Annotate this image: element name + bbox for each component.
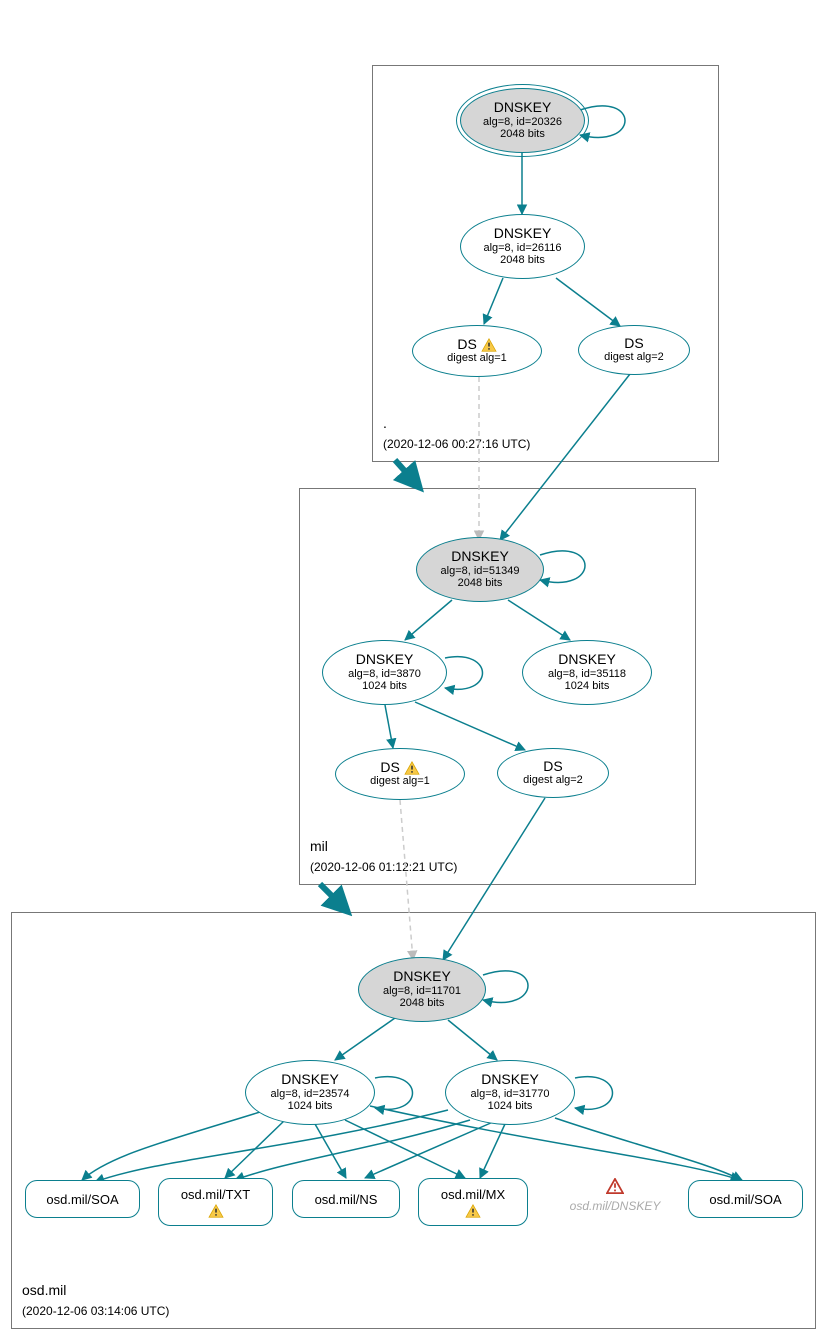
node-line2: 1024 bits: [488, 1100, 533, 1113]
zone-mil-timestamp: (2020-12-06 01:12:21 UTC): [310, 860, 457, 874]
node-line1: digest alg=2: [604, 351, 664, 364]
rr-label: osd.mil/SOA: [46, 1192, 118, 1207]
node-title: DNSKEY: [481, 1072, 539, 1087]
dnskey-osd-zsk1: DNSKEY alg=8, id=23574 1024 bits: [245, 1060, 375, 1125]
node-line1: alg=8, id=35118: [548, 668, 626, 681]
node-title: DNSKEY: [356, 652, 414, 667]
rr-ns: osd.mil/NS: [292, 1180, 400, 1218]
dnskey-mil-zsk1: DNSKEY alg=8, id=3870 1024 bits: [322, 640, 447, 705]
node-title: DS: [457, 336, 476, 352]
ds-mil-1: DS digest alg=1: [335, 748, 465, 800]
zone-root-timestamp: (2020-12-06 00:27:16 UTC): [383, 437, 530, 451]
ds-root-2: DS digest alg=2: [578, 325, 690, 375]
node-line2: 1024 bits: [565, 680, 610, 693]
node-title: DNSKEY: [393, 969, 451, 984]
node-title: DNSKEY: [281, 1072, 339, 1087]
node-line1: digest alg=2: [523, 774, 583, 787]
node-line1: alg=8, id=3870: [348, 668, 421, 681]
rr-label: osd.mil/MX: [441, 1187, 505, 1202]
rr-mx: osd.mil/MX: [418, 1178, 528, 1226]
rr-label: osd.mil/SOA: [709, 1192, 781, 1207]
rr-soa-1: osd.mil/SOA: [25, 1180, 140, 1218]
rr-txt: osd.mil/TXT: [158, 1178, 273, 1226]
dnskey-osd-ksk: DNSKEY alg=8, id=11701 2048 bits: [358, 957, 486, 1022]
node-line2: 2048 bits: [500, 254, 545, 267]
node-title: DNSKEY: [451, 549, 509, 564]
dnskey-root-ksk: DNSKEY alg=8, id=20326 2048 bits: [460, 88, 585, 153]
node-title: DS: [543, 759, 562, 774]
dnskey-mil-ksk: DNSKEY alg=8, id=51349 2048 bits: [416, 537, 544, 602]
dnskey-root-zsk: DNSKEY alg=8, id=26116 2048 bits: [460, 214, 585, 279]
rr-label: osd.mil/DNSKEY: [550, 1199, 680, 1213]
node-title: DS: [380, 759, 399, 775]
node-line1: digest alg=1: [447, 352, 507, 365]
node-line1: alg=8, id=11701: [383, 985, 461, 998]
node-line1: alg=8, id=26116: [483, 242, 561, 255]
node-title: DNSKEY: [558, 652, 616, 667]
dnskey-osd-zsk2: DNSKEY alg=8, id=31770 1024 bits: [445, 1060, 575, 1125]
node-line2: 1024 bits: [362, 680, 407, 693]
rr-label: osd.mil/TXT: [181, 1187, 250, 1202]
node-line2: 1024 bits: [288, 1100, 333, 1113]
zone-root-label: .: [383, 415, 387, 431]
node-line1: digest alg=1: [370, 775, 430, 788]
warning-icon: [208, 1204, 224, 1218]
zone-osd-label: osd.mil: [22, 1282, 66, 1298]
node-title: DS: [624, 336, 643, 351]
zone-osd-timestamp: (2020-12-06 03:14:06 UTC): [22, 1304, 169, 1318]
dnskey-mil-zsk2: DNSKEY alg=8, id=35118 1024 bits: [522, 640, 652, 705]
node-line1: alg=8, id=31770: [471, 1088, 550, 1101]
ds-root-1: DS digest alg=1: [412, 325, 542, 377]
rr-dnskey-error: osd.mil/DNSKEY: [550, 1178, 680, 1213]
node-line1: alg=8, id=51349: [441, 565, 520, 578]
rr-soa-2: osd.mil/SOA: [688, 1180, 803, 1218]
error-icon: [606, 1178, 624, 1194]
node-line2: 2048 bits: [400, 997, 445, 1010]
warning-icon: [465, 1204, 481, 1218]
ds-mil-2: DS digest alg=2: [497, 748, 609, 798]
zone-mil-label: mil: [310, 838, 328, 854]
node-line2: 2048 bits: [458, 577, 503, 590]
warning-icon: [404, 761, 420, 775]
node-title: DNSKEY: [494, 226, 552, 241]
node-line1: alg=8, id=23574: [271, 1088, 350, 1101]
rr-label: osd.mil/NS: [315, 1192, 378, 1207]
warning-icon: [481, 338, 497, 352]
